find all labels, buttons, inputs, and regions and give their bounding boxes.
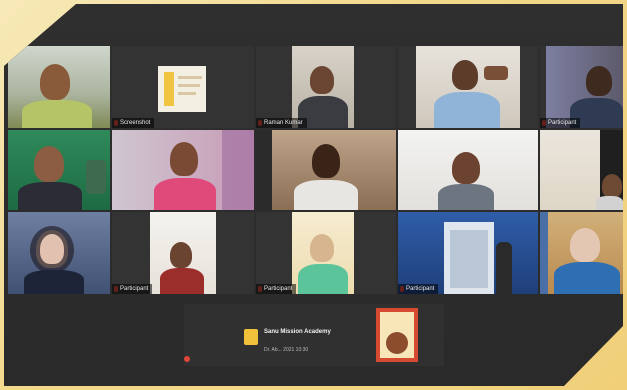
participant-face	[570, 228, 600, 262]
participant-tile[interactable]	[540, 212, 623, 294]
participant-tile[interactable]: Raman Kumar	[256, 46, 396, 128]
participant-shirt	[298, 264, 348, 294]
participant-shirt	[18, 182, 82, 210]
participant-name: Screenshot	[112, 118, 155, 128]
participant-shirt	[154, 178, 216, 210]
participant-shirt	[160, 268, 204, 294]
participant-tile[interactable]: Participant	[398, 212, 538, 294]
participant-shirt	[294, 180, 358, 210]
participant-tile[interactable]	[112, 130, 254, 210]
video-grid-window: Screenshot Raman Kumar Participant Parti…	[4, 4, 623, 386]
participant-tile[interactable]: Participant	[256, 212, 396, 294]
participant-shirt	[438, 184, 494, 210]
participant-tile[interactable]: Participant	[112, 212, 254, 294]
participant-tile[interactable]	[540, 130, 623, 210]
shared-document-title: Sanu Mission Academy	[264, 329, 331, 335]
participant-tile[interactable]	[8, 130, 110, 210]
participant-face	[170, 142, 198, 176]
participant-face	[452, 152, 480, 184]
document-icon	[244, 329, 258, 345]
participant-name: Participant	[398, 284, 439, 294]
participant-shirt	[434, 92, 500, 128]
participant-tile[interactable]: Participant	[540, 46, 623, 128]
participant-face	[310, 66, 334, 94]
participant-face	[586, 66, 612, 96]
participant-face	[40, 64, 70, 100]
participant-tile[interactable]	[398, 130, 538, 210]
participant-name: Participant	[256, 284, 297, 294]
shared-document-card[interactable]: Sanu Mission Academy Dr. Ab... 2021 10:3…	[236, 327, 366, 357]
participant-face	[34, 146, 64, 182]
shared-document-subtitle: Dr. Ab... 2021 10:30	[264, 347, 309, 353]
participant-tile[interactable]	[8, 212, 110, 294]
mic-muted-icon	[184, 356, 190, 362]
participant-name: Participant	[540, 118, 581, 128]
participant-face	[312, 144, 340, 178]
participant-tile[interactable]	[376, 308, 418, 362]
participant-face	[170, 242, 192, 268]
participant-tile[interactable]	[256, 130, 396, 210]
participant-name: Raman Kumar	[256, 118, 307, 128]
participant-shirt	[596, 196, 623, 210]
participant-shirt	[554, 262, 620, 294]
participant-face	[602, 174, 622, 198]
participant-tile[interactable]: Screenshot	[112, 46, 254, 128]
participant-face	[310, 234, 334, 262]
participant-tile[interactable]	[398, 46, 538, 128]
participant-shirt	[24, 270, 84, 294]
participant-shirt	[22, 100, 92, 128]
participant-face	[452, 60, 478, 90]
participant-tile[interactable]	[8, 46, 110, 128]
participant-name: Participant	[112, 284, 153, 294]
